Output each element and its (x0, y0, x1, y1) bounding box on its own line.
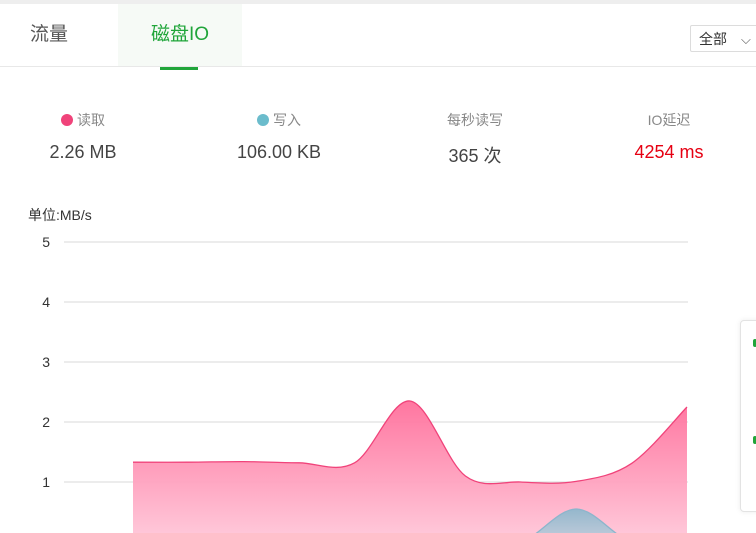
disk-select-value: 全部 (699, 31, 727, 47)
stat-ops: 每秒读写 365 次 (420, 110, 530, 168)
write-legend-dot-icon (257, 114, 269, 126)
stat-read: 读取 2.26 MB (28, 110, 138, 163)
series-area-read (133, 400, 687, 533)
io-area-chart: 5 4 3 2 1 (42, 234, 688, 533)
stat-write-label: 写入 (273, 112, 301, 128)
chevron-down-icon: ⌵ (741, 32, 751, 47)
stat-ops-value: 365 次 (448, 146, 502, 166)
stat-latency-value: 4254 ms (634, 142, 704, 162)
stat-read-label: 读取 (77, 112, 105, 128)
stat-write: 写入 106.00 KB (224, 110, 334, 163)
tab-traffic[interactable]: 流量 (0, 4, 98, 66)
tab-disk-io[interactable]: 磁盘IO (118, 4, 242, 66)
stat-ops-label: 每秒读写 (447, 112, 503, 128)
chart-unit-label: 单位:MB/s (28, 207, 92, 223)
disk-select[interactable]: 全部 ⌵ (690, 25, 756, 52)
y-tick-label: 5 (42, 234, 50, 250)
side-panel[interactable] (740, 320, 756, 512)
tab-bar: 流量 磁盘IO 全部 ⌵ (0, 4, 756, 70)
stat-latency-label: IO延迟 (647, 112, 691, 128)
y-tick-label: 2 (42, 414, 50, 430)
y-tick-label: 1 (42, 474, 50, 490)
stat-read-value: 2.26 MB (49, 142, 117, 162)
y-tick-label: 4 (42, 294, 50, 310)
stat-write-value: 106.00 KB (236, 142, 322, 162)
read-legend-dot-icon (61, 114, 73, 126)
stat-latency: IO延迟 4254 ms (614, 110, 724, 163)
y-tick-label: 3 (42, 354, 50, 370)
active-tab-indicator (160, 67, 198, 70)
